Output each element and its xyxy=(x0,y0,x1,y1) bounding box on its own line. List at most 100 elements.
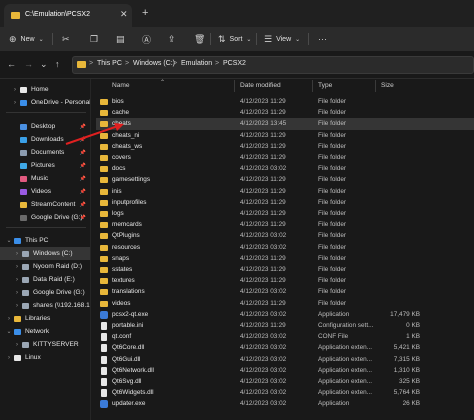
file-row[interactable]: textures 4/12/2023 11:29 File folder xyxy=(96,275,474,287)
sidebar-item-nyoom-raid-d[interactable]: › Nyoom Raid (D:) xyxy=(0,260,90,273)
forward-button[interactable]: → xyxy=(24,59,33,69)
share-button[interactable]: ⇪ xyxy=(168,27,176,51)
chevron-right-icon[interactable]: › xyxy=(12,87,18,93)
file-row[interactable]: portable.ini 4/12/2023 11:29 Configuration… xyxy=(96,320,474,332)
chevron-right-icon[interactable]: › xyxy=(6,355,12,361)
tab-pcsx2[interactable]: C:\Emulation\PCSX2 ✕ xyxy=(4,4,132,27)
breadcrumb-windows-c[interactable]: Windows (C:) xyxy=(133,60,175,67)
file-name: QtPlugins xyxy=(112,232,140,240)
sidebar-item-this-pc[interactable]: ⌄ This PC xyxy=(0,234,90,247)
file-row[interactable]: cheats_ws 4/12/2023 11:29 File folder xyxy=(96,141,474,153)
file-row[interactable]: gamesettings 4/12/2023 11:29 File folder xyxy=(96,174,474,186)
videos-icon xyxy=(20,188,27,195)
chevron-right-icon[interactable]: › xyxy=(14,264,20,270)
sidebar-item-kittyserver[interactable]: › KITTYSERVER xyxy=(0,338,90,351)
up-button[interactable]: ↑ xyxy=(55,59,60,69)
file-row[interactable]: docs 4/12/2023 03:02 File folder xyxy=(96,163,474,175)
chevron-right-icon[interactable]: › xyxy=(14,251,20,257)
file-row[interactable]: logs 4/12/2023 11:29 File folder xyxy=(96,208,474,220)
file-name: cheats_ni xyxy=(112,131,140,139)
sidebar-item-shares[interactable]: › shares (\\192.168.1.5 xyxy=(0,299,90,312)
breadcrumb-this-pc[interactable]: This PC xyxy=(97,60,122,67)
file-row[interactable]: videos 4/12/2023 11:29 File folder xyxy=(96,298,474,310)
copy-button[interactable]: ❐ xyxy=(90,27,98,51)
new-tab-button[interactable]: + xyxy=(142,7,148,19)
sidebar-item-videos[interactable]: Videos 📌 xyxy=(0,185,90,198)
file-row[interactable]: Qt6Svg.dll 4/12/2023 03:02 Application ext… xyxy=(96,376,474,388)
sidebar-item-home[interactable]: › Home xyxy=(0,83,90,96)
chevron-down-icon[interactable]: ⌄ xyxy=(6,328,12,335)
close-tab-icon[interactable]: ✕ xyxy=(120,9,128,20)
file-row[interactable]: cheats_ni 4/12/2023 11:29 File folder xyxy=(96,130,474,142)
breadcrumb-emulation[interactable]: Emulation xyxy=(181,60,212,67)
chevron-right-icon[interactable]: › xyxy=(12,100,18,106)
file-type: CONF File xyxy=(318,333,349,341)
sidebar-item-streamcontent[interactable]: StreamContent 📌 xyxy=(0,198,90,211)
chevron-right-icon[interactable]: › xyxy=(14,342,20,348)
file-row[interactable]: inis 4/12/2023 11:29 File folder xyxy=(96,186,474,198)
file-name: Qt6Widgets.dll xyxy=(112,389,154,397)
rename-button[interactable]: Ⓐ xyxy=(142,27,151,51)
sidebar-item-libraries[interactable]: › Libraries xyxy=(0,312,90,325)
file-row[interactable]: inputprofiles 4/12/2023 11:29 File folder xyxy=(96,197,474,209)
file-row[interactable]: Qt6Core.dll 4/12/2023 03:02 Application ex… xyxy=(96,342,474,354)
file-type: File folder xyxy=(318,277,347,285)
desktop-icon xyxy=(20,123,27,130)
file-type: Application exten... xyxy=(318,378,372,385)
paste-button[interactable]: ▤ xyxy=(116,27,125,51)
file-name: cheats xyxy=(112,120,232,127)
file-row[interactable]: snaps 4/12/2023 11:29 File folder xyxy=(96,253,474,265)
file-date-modified: 4/12/2023 11:29 xyxy=(240,277,286,285)
sidebar-item-onedrive[interactable]: › OneDrive - Personal xyxy=(0,96,90,109)
file-date-modified: 4/12/2023 03:02 xyxy=(240,243,287,251)
chevron-down-icon[interactable]: ⌄ xyxy=(6,237,12,244)
sidebar-item-pictures[interactable]: Pictures 📌 xyxy=(0,159,90,172)
file-row[interactable]: qt.conf 4/12/2023 03:02 CONF File 1 KB xyxy=(96,331,474,343)
sidebar-item-linux[interactable]: › Linux xyxy=(0,351,90,364)
chevron-right-icon[interactable]: › xyxy=(6,316,12,322)
file-row[interactable]: Qt6Widgets.dll 4/12/2023 03:02 Application… xyxy=(96,387,474,399)
file-row[interactable]: sstates 4/12/2023 11:29 File folder xyxy=(96,264,474,276)
cut-button[interactable]: ✂ xyxy=(62,27,70,51)
sidebar-item-label: Windows (C:) xyxy=(33,250,73,257)
address-bar[interactable]: > This PC > Windows (C:) > Emulation > P… xyxy=(72,56,474,74)
shares-icon xyxy=(22,302,29,309)
file-row[interactable]: bios 4/12/2023 11:29 File folder xyxy=(96,96,474,108)
libraries-icon xyxy=(14,315,21,322)
sidebar-item-google-drive-quick[interactable]: Google Drive (G:) 📌 xyxy=(0,211,90,224)
sidebar-item-google-drive-g[interactable]: › Google Drive (G:) xyxy=(0,286,90,299)
file-row[interactable]: Qt6Network.dll 4/12/2023 03:02 Application… xyxy=(96,365,474,377)
sidebar-item-music[interactable]: Music 📌 xyxy=(0,172,90,185)
more-icon: ··· xyxy=(318,34,327,44)
sidebar-item-network[interactable]: ⌄ Network xyxy=(0,325,90,338)
column-header-size[interactable]: Size xyxy=(381,82,394,89)
delete-button[interactable]: 🗑 xyxy=(194,27,205,51)
file-row[interactable]: updater.exe 4/12/2023 03:02 Application 26 … xyxy=(96,398,474,410)
breadcrumb-pcsx2[interactable]: PCSX2 xyxy=(223,60,246,67)
file-row[interactable]: resources 4/12/2023 03:02 File folder xyxy=(96,242,474,254)
file-row[interactable]: covers 4/12/2023 11:29 File folder xyxy=(96,152,474,164)
back-button[interactable]: ← xyxy=(7,59,16,69)
chevron-right-icon[interactable]: › xyxy=(14,290,20,296)
view-button[interactable]: ☰ View ⌄ xyxy=(264,27,300,51)
recent-locations-button[interactable]: ⌄ xyxy=(40,59,48,70)
sidebar-item-windows-c[interactable]: › Windows (C:) xyxy=(0,247,90,260)
chevron-right-icon[interactable]: › xyxy=(14,277,20,283)
chevron-right-icon[interactable]: › xyxy=(14,303,20,309)
file-row[interactable]: cache 4/12/2023 11:29 File folder xyxy=(96,107,474,119)
file-row[interactable]: cheats 4/12/2023 13:45 File folder xyxy=(96,118,474,131)
column-header-type[interactable]: Type xyxy=(318,82,332,89)
file-row[interactable]: Qt6Gui.dll 4/12/2023 03:02 Application ext… xyxy=(96,354,474,366)
file-name: logs xyxy=(112,210,124,217)
more-options-button[interactable]: ··· xyxy=(318,27,327,51)
sidebar-item-data-raid-e[interactable]: › Data Raid (E:) xyxy=(0,273,90,286)
file-date-modified: 4/12/2023 03:02 xyxy=(240,344,287,352)
column-header-name[interactable]: Name xyxy=(112,82,130,89)
file-row[interactable]: QtPlugins 4/12/2023 03:02 File folder xyxy=(96,230,474,242)
file-row[interactable]: pcsx2-qt.exe 4/12/2023 03:02 Application 17… xyxy=(96,309,474,321)
file-row[interactable]: memcards 4/12/2023 11:29 File folder xyxy=(96,219,474,231)
file-row[interactable]: translations 4/12/2023 03:02 File folder xyxy=(96,286,474,298)
column-header-date[interactable]: Date modified xyxy=(240,82,281,89)
new-button[interactable]: ⊕ New ⌄ xyxy=(9,27,44,51)
sort-button[interactable]: ⇅ Sort ⌄ xyxy=(218,27,251,51)
